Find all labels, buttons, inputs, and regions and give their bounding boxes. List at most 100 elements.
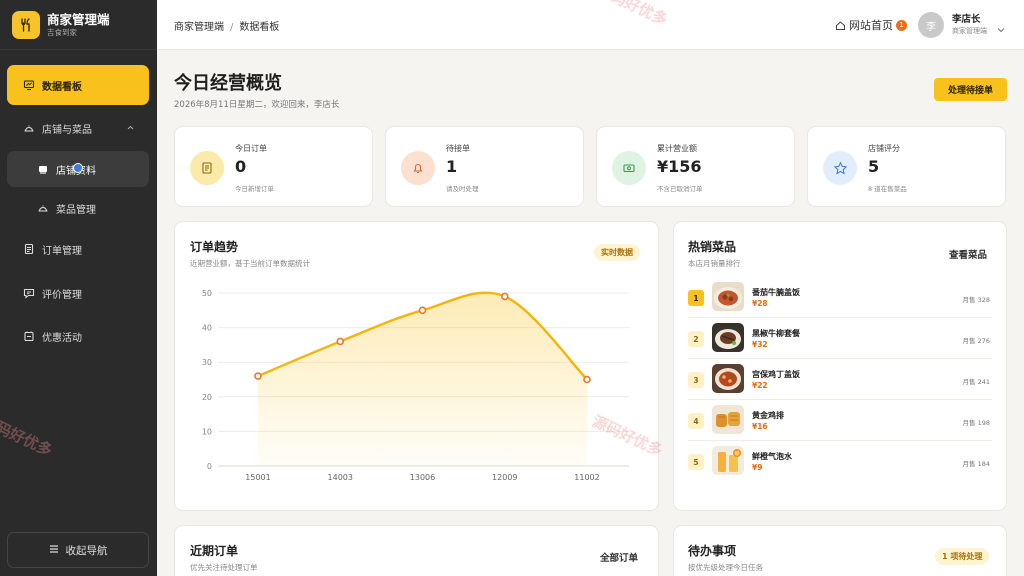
breadcrumb-current: 数据看板 <box>239 22 280 33</box>
dish-row[interactable]: 3 宫保鸡丁盖饭 ¥22 月售 241 <box>688 360 992 400</box>
sidebar-item-orders[interactable]: 订单管理 <box>7 231 149 267</box>
rank-badge: 4 <box>688 413 704 429</box>
dish-row[interactable]: 2 黑椒牛柳套餐 ¥32 月售 276 <box>688 319 992 359</box>
breadcrumb-item[interactable]: 商家管理端 <box>174 22 224 33</box>
dish-photo-orange-soda <box>712 446 744 475</box>
topbar: 商家管理端 / 数据看板 网站首页 1 李 李店长 商家管理端 <box>157 0 1024 50</box>
sidebar-item-label: 数据看板 <box>42 81 82 93</box>
dish-price: ¥9 <box>752 463 763 472</box>
dish-sales: 月售 276 <box>962 337 990 345</box>
site-home-link[interactable]: 网站首页 1 <box>835 17 907 33</box>
sidebar-item-dish-management[interactable]: 菜品管理 <box>7 190 149 226</box>
x-tick-label: 14003 <box>328 473 353 482</box>
page-title: 今日经营概览 <box>174 73 282 94</box>
stat-label: 累计营业额 <box>657 144 697 153</box>
stat-value: 1 <box>446 157 458 176</box>
y-tick-label: 30 <box>202 358 212 367</box>
recent-orders-title: 近期订单 <box>190 544 239 558</box>
hot-dishes-subtitle: 本店月销量排行 <box>688 259 741 268</box>
rank-badge: 3 <box>688 372 704 388</box>
dish-sales: 月售 198 <box>962 419 990 427</box>
data-point[interactable] <box>254 372 262 380</box>
data-point[interactable] <box>583 375 591 384</box>
notification-badge: 1 <box>896 19 907 31</box>
data-point[interactable] <box>500 292 509 301</box>
all-orders-link[interactable]: 全部订单 <box>600 550 638 564</box>
stat-label: 今日订单 <box>235 144 267 153</box>
dish-price: ¥22 <box>752 381 768 390</box>
dish-row[interactable]: 1 番茄牛腩盖饭 ¥28 月售 328 <box>688 278 992 318</box>
x-tick-label: 11002 <box>574 473 599 482</box>
cloche-icon <box>23 122 35 134</box>
data-point[interactable] <box>418 306 427 315</box>
dish-photo-chicken-cutlet <box>712 405 744 434</box>
x-tick-label: 13006 <box>410 473 435 482</box>
collapse-nav-button[interactable]: 收起导航 <box>7 532 149 568</box>
order-trend-chart: 0 10 20 30 40 50 15001 14003 13006 12009 11002 <box>202 289 629 482</box>
user-name[interactable]: 李店长 <box>952 14 981 26</box>
dashboard-icon <box>23 79 35 91</box>
sidebar-item-promotions[interactable]: 优惠活动 <box>7 318 149 354</box>
order-list-icon <box>190 151 224 185</box>
store-icon <box>37 163 49 175</box>
sidebar-item-reviews[interactable]: 评价管理 <box>7 275 149 311</box>
dish-price: ¥28 <box>752 299 768 308</box>
recent-orders-subtitle: 优先关注待处理订单 <box>190 563 258 572</box>
chevron-up-icon <box>126 123 135 135</box>
trend-title: 订单趋势 <box>190 240 239 254</box>
sidebar-item-store-dishes[interactable]: 店铺与菜品 <box>7 110 149 146</box>
dish-price: ¥32 <box>752 340 768 349</box>
menu-icon <box>49 544 59 557</box>
coupon-icon <box>23 330 35 342</box>
dish-photo-kungpao-chicken <box>712 364 744 393</box>
cash-icon <box>612 151 646 185</box>
dish-sales: 月售 328 <box>962 296 990 304</box>
y-tick-label: 50 <box>202 289 212 298</box>
stat-card-total-revenue[interactable]: 累计营业额 ¥156 不含已取消订单 <box>596 126 795 207</box>
chat-icon <box>23 287 35 299</box>
todo-subtitle: 按优先级处理今日任务 <box>688 563 763 572</box>
star-icon <box>823 151 857 185</box>
dish-price: ¥16 <box>752 422 768 431</box>
todo-title: 待办事项 <box>688 544 737 558</box>
sidebar-item-label: 菜品管理 <box>56 204 96 216</box>
brand-title: 商家管理端 <box>47 11 110 27</box>
breadcrumb: 商家管理端 / 数据看板 <box>174 18 279 33</box>
sidebar-item-label: 评价管理 <box>42 289 82 301</box>
cloche-icon <box>37 202 49 214</box>
data-point[interactable] <box>336 337 345 346</box>
dish-row[interactable]: 4 黄金鸡排 ¥16 月售 198 <box>688 401 992 441</box>
collapse-nav-label: 收起导航 <box>65 544 108 557</box>
stat-value: 5 <box>868 157 880 176</box>
trend-area <box>258 292 587 466</box>
stat-card-today-orders[interactable]: 今日订单 0 今日新增订单 <box>174 126 373 207</box>
sidebar-item-dashboard[interactable]: 数据看板 <box>7 65 149 105</box>
breadcrumb-separator: / <box>230 22 234 33</box>
dish-name: 黄金鸡排 <box>752 411 784 420</box>
x-tick-label: 15001 <box>245 473 270 482</box>
stat-value: ¥156 <box>657 157 702 176</box>
sidebar-item-label: 订单管理 <box>42 245 82 257</box>
chevron-down-icon[interactable] <box>996 20 1006 39</box>
y-tick-label: 0 <box>207 462 212 471</box>
pending-count-tag: 1 项待处理 <box>935 548 990 565</box>
site-home-label: 网站首页 <box>849 19 893 32</box>
dish-name: 黑椒牛柳套餐 <box>752 329 800 338</box>
stat-note: 今日新增订单 <box>235 185 274 193</box>
stat-card-pending-orders[interactable]: 待接单 1 请及时处理 <box>385 126 584 207</box>
stat-card-store-rating[interactable]: 店铺评分 5 8 道在售菜品 <box>807 126 1006 207</box>
dish-photo-pepper-steak <box>712 323 744 352</box>
stat-value: 0 <box>235 157 247 176</box>
y-tick-label: 10 <box>202 427 212 436</box>
rank-badge: 2 <box>688 331 704 347</box>
brand[interactable]: 商家管理端 吉食到家 <box>0 0 157 50</box>
process-pending-orders-button[interactable]: 处理待接单 <box>934 78 1007 101</box>
page-subtitle: 2026年8月11日星期二，欢迎回来，李店长 <box>174 100 340 110</box>
view-dishes-link[interactable]: 查看菜品 <box>949 247 987 261</box>
dish-row[interactable]: 5 鲜橙气泡水 ¥9 月售 184 <box>688 442 992 482</box>
rank-badge: 5 <box>688 454 704 470</box>
sidebar-item-label: 店铺与菜品 <box>42 124 92 136</box>
brand-subtitle: 吉食到家 <box>47 27 77 37</box>
avatar[interactable]: 李 <box>918 12 944 38</box>
x-tick-label: 12009 <box>492 473 517 482</box>
